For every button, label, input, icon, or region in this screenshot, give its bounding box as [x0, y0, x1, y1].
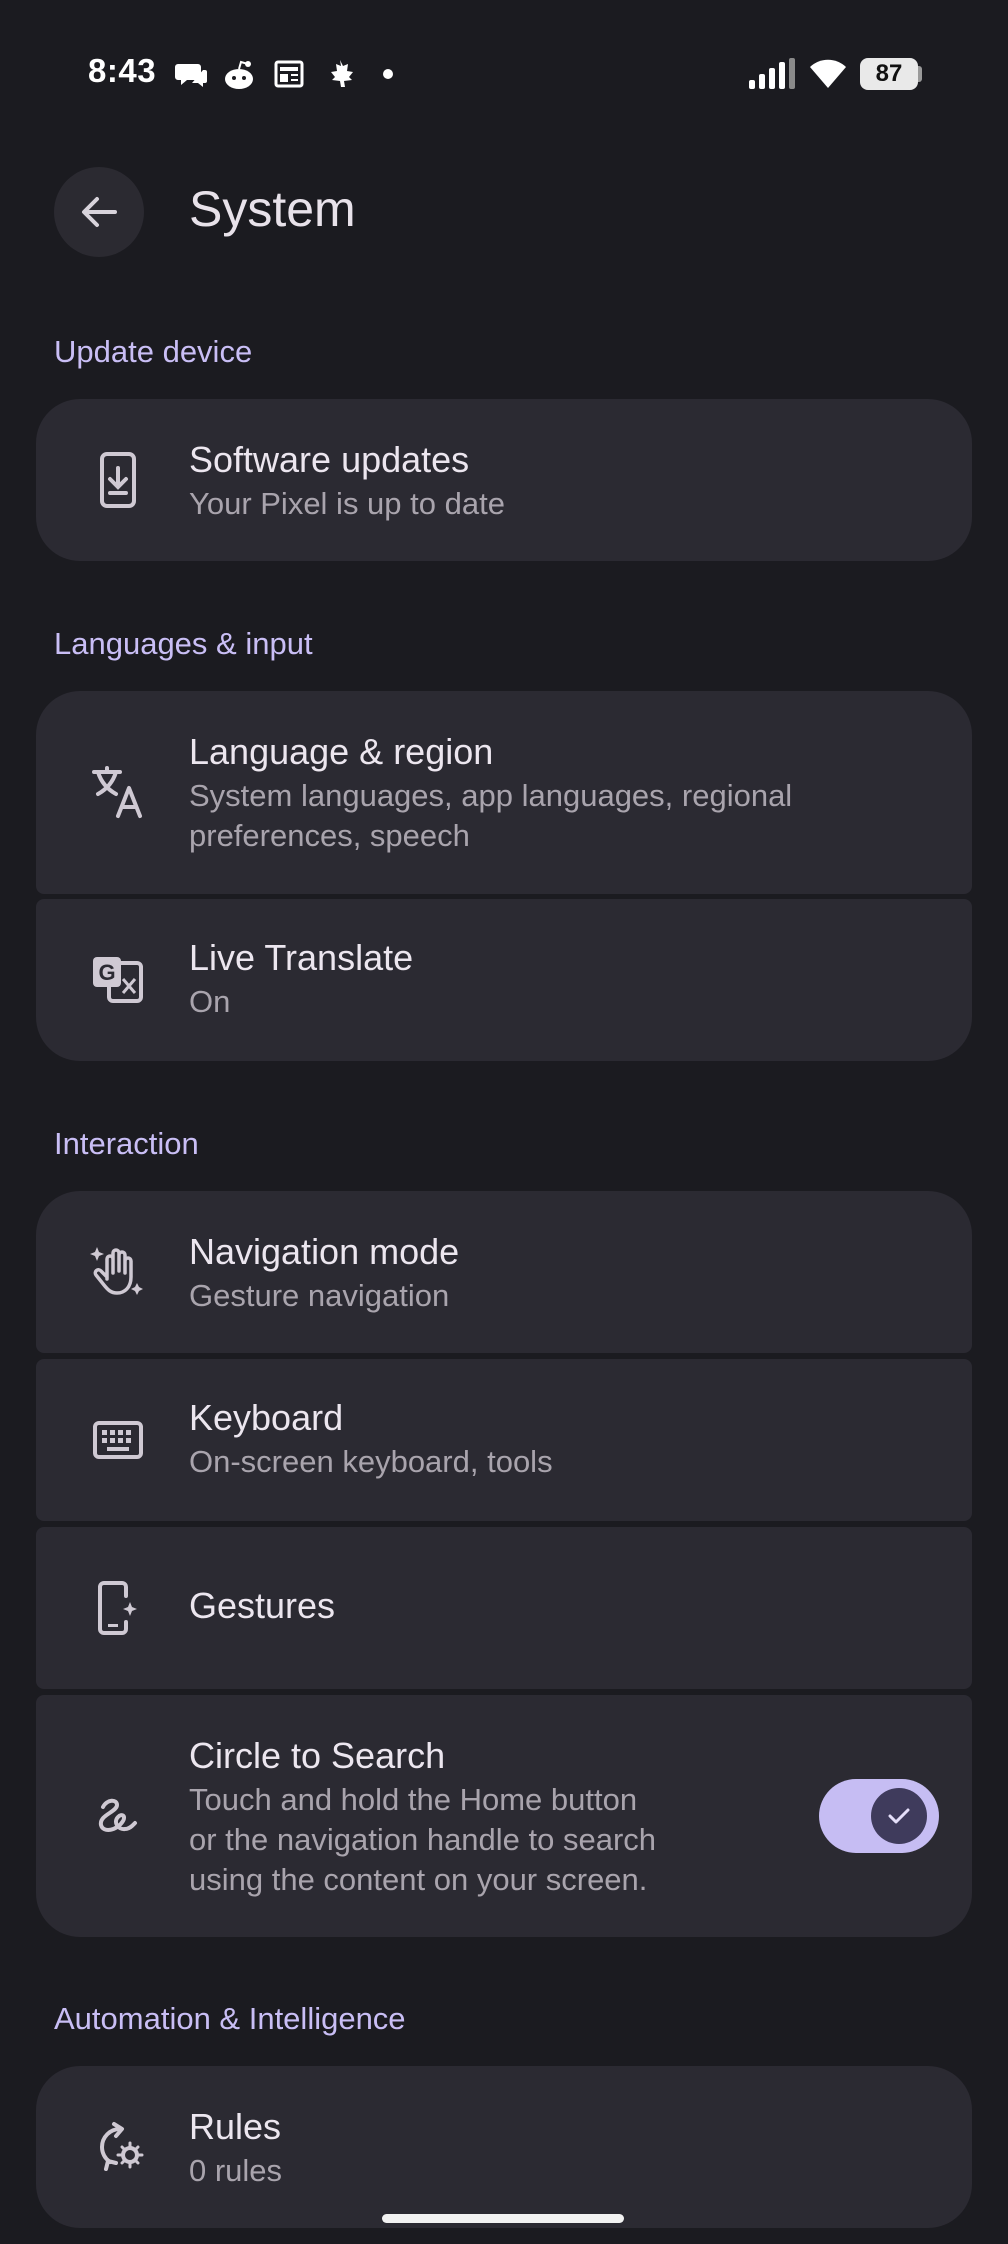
- battery-nub: [918, 66, 922, 82]
- circle-to-search-icon: [86, 1784, 150, 1848]
- item-subtitle-line2: or the navigation handle to search: [189, 1822, 657, 1857]
- rules-sync-gear-icon: [86, 2115, 150, 2179]
- item-subtitle-line2: preferences, speech: [189, 818, 470, 853]
- page-title: System: [189, 181, 356, 237]
- back-button[interactable]: [54, 167, 144, 257]
- toggle-knob: [871, 1788, 927, 1844]
- gesture-hand-icon: [86, 1240, 150, 1304]
- circle-to-search-toggle[interactable]: [819, 1779, 939, 1853]
- item-subtitle-line1: System languages, app languages, regiona…: [189, 778, 793, 813]
- live-translate-item[interactable]: G Live Translate On: [36, 899, 972, 1061]
- item-subtitle-line3: using the content on your screen.: [189, 1862, 648, 1897]
- maple-leaf-icon: [331, 60, 353, 87]
- keyboard-item[interactable]: Keyboard On-screen keyboard, tools: [36, 1359, 972, 1521]
- battery-indicator: 87: [860, 58, 918, 90]
- rules-item[interactable]: Rules 0 rules: [36, 2066, 972, 2228]
- arrow-back-icon: [82, 197, 117, 227]
- system-update-icon: [86, 448, 150, 512]
- chat-icon: [175, 64, 207, 87]
- gestures-phone-icon: [86, 1576, 150, 1640]
- section-automation-intelligence: Automation & Intelligence: [54, 2001, 406, 2036]
- item-title: Live Translate: [189, 937, 414, 978]
- item-subtitle: On: [189, 984, 231, 1019]
- svg-text:G: G: [98, 960, 115, 985]
- section-languages-input: Languages & input: [54, 626, 313, 661]
- reddit-icon: [225, 60, 253, 89]
- dot-icon: [383, 69, 393, 79]
- item-subtitle: On-screen keyboard, tools: [189, 1444, 553, 1479]
- item-title: Keyboard: [189, 1397, 344, 1438]
- item-subtitle: Gesture navigation: [189, 1278, 450, 1313]
- wifi-icon: [810, 59, 846, 88]
- section-interaction: Interaction: [54, 1126, 199, 1161]
- circle-to-search-item[interactable]: Circle to Search Touch and hold the Home…: [36, 1695, 972, 1937]
- home-indicator[interactable]: [382, 2214, 624, 2223]
- status-time: 8:43: [88, 52, 157, 89]
- item-title: Navigation mode: [189, 1231, 460, 1272]
- item-subtitle: 0 rules: [189, 2153, 283, 2188]
- item-title: Software updates: [189, 439, 470, 480]
- check-icon: [888, 1808, 910, 1824]
- item-title: Language & region: [189, 731, 494, 772]
- item-subtitle-line1: Touch and hold the Home button: [189, 1782, 638, 1817]
- item-title: Rules: [189, 2106, 282, 2147]
- status-bar: 8:43 87: [0, 0, 1008, 150]
- item-subtitle: Your Pixel is up to date: [189, 486, 505, 521]
- navigation-mode-item[interactable]: Navigation mode Gesture navigation: [36, 1191, 972, 1353]
- section-update-device: Update device: [54, 334, 253, 369]
- gestures-item[interactable]: Gestures: [36, 1527, 972, 1689]
- keyboard-icon: [86, 1408, 150, 1472]
- translate-icon: [86, 760, 150, 824]
- signal-icon: [749, 58, 795, 89]
- item-title: Circle to Search: [189, 1735, 446, 1776]
- live-translate-icon: G: [86, 948, 150, 1012]
- language-region-item[interactable]: Language & region System languages, app …: [36, 691, 972, 894]
- software-updates-item[interactable]: Software updates Your Pixel is up to dat…: [36, 399, 972, 561]
- news-icon: [274, 60, 304, 88]
- item-title: Gestures: [189, 1585, 336, 1626]
